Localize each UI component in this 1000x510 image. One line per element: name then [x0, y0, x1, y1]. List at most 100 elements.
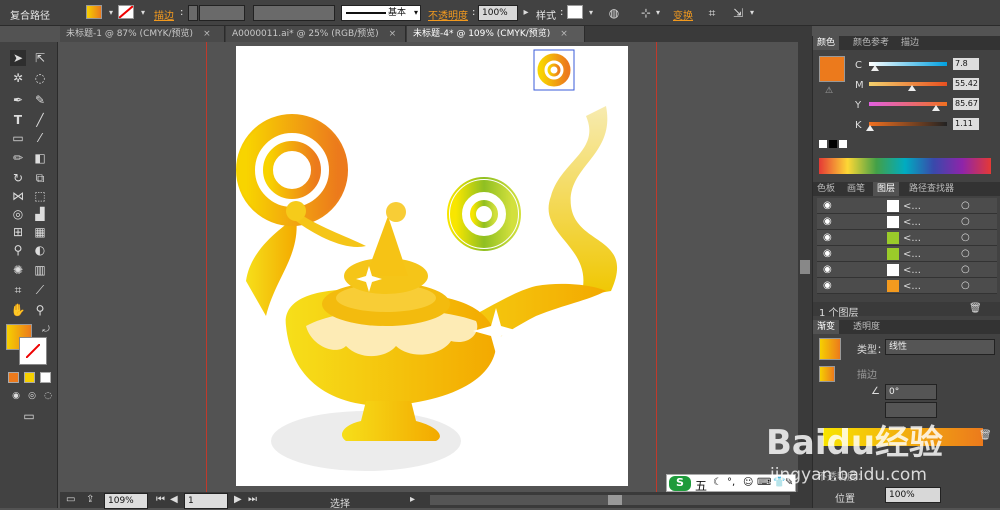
- first-page-icon[interactable]: ⏮: [156, 494, 165, 505]
- out-of-gamut-icon[interactable]: ⚠: [825, 86, 833, 96]
- tab-document-2[interactable]: A0000011.ai* @ 25% (RGB/预览) ×: [226, 26, 406, 42]
- type-tool-icon[interactable]: T: [10, 112, 26, 128]
- rectangle-tool-icon[interactable]: ▭: [10, 130, 26, 146]
- gradient-mode-button[interactable]: [24, 372, 35, 383]
- chevron-down-icon[interactable]: ▾: [103, 5, 119, 21]
- free-transform-tool-icon[interactable]: ⬚: [32, 188, 48, 204]
- stroke-color-box[interactable]: [19, 337, 47, 365]
- input-mode-label[interactable]: 五: [695, 477, 707, 494]
- chevron-right-icon[interactable]: ▸: [518, 5, 534, 21]
- target-icon[interactable]: ○: [961, 264, 970, 275]
- transform-label[interactable]: 变换: [673, 7, 693, 22]
- rotate-tool-icon[interactable]: ↻: [10, 170, 26, 186]
- gradient-type-select[interactable]: 线性: [885, 339, 995, 355]
- close-icon[interactable]: ×: [203, 29, 211, 39]
- draw-normal-icon[interactable]: ◉: [8, 388, 24, 404]
- color-mode-button[interactable]: [8, 372, 19, 383]
- punctuation-icon[interactable]: °,: [727, 477, 735, 488]
- target-icon[interactable]: ○: [961, 216, 970, 227]
- tab-document-3[interactable]: 未标题-4* @ 109% (CMYK/预览) ×: [407, 26, 585, 42]
- horizontal-scrollbar[interactable]: [430, 495, 790, 505]
- scrollbar-thumb[interactable]: [608, 495, 622, 505]
- eye-icon[interactable]: ◉: [823, 216, 832, 227]
- eye-icon[interactable]: ◉: [823, 232, 832, 243]
- tab-gradient[interactable]: 渐变: [813, 320, 840, 334]
- stroke-weight-stepper[interactable]: [188, 5, 198, 21]
- layer-row[interactable]: ◉ <... ○: [817, 246, 997, 262]
- tab-document-1[interactable]: 未标题-1 @ 87% (CMYK/预览) ×: [60, 26, 225, 42]
- color-spectrum[interactable]: [819, 158, 991, 174]
- tab-brushes[interactable]: 画笔: [843, 182, 869, 196]
- none-mode-button[interactable]: [40, 372, 51, 383]
- zoom-tool-icon[interactable]: ⚲: [32, 302, 48, 318]
- tab-color[interactable]: 颜色: [813, 36, 840, 50]
- perspective-grid-tool-icon[interactable]: ▟: [32, 206, 48, 222]
- artboard-tool-icon[interactable]: ⌗: [10, 282, 26, 298]
- selected-ring[interactable]: [537, 53, 571, 87]
- chevron-down-icon[interactable]: ▾: [135, 5, 151, 21]
- lamp-handle[interactable]: [246, 216, 297, 316]
- blend-tool-icon[interactable]: ◐: [32, 242, 48, 258]
- green-ring[interactable]: [450, 180, 518, 248]
- slider-knob-icon[interactable]: [931, 105, 940, 111]
- channel-k-slider[interactable]: [865, 122, 947, 131]
- zoom-select[interactable]: 109%: [104, 493, 148, 509]
- share-icon[interactable]: ⇪: [86, 494, 94, 505]
- opacity-input[interactable]: 100%: [478, 5, 518, 21]
- black-swatch[interactable]: [829, 140, 837, 148]
- swap-colors-icon[interactable]: ⤾: [38, 322, 54, 338]
- last-page-icon[interactable]: ⏭: [248, 494, 257, 505]
- selection-tool-icon[interactable]: ➤: [10, 50, 26, 66]
- artboard-nav-icon[interactable]: ▭: [66, 494, 75, 505]
- emoji-icon[interactable]: ☺: [743, 477, 753, 488]
- tab-stroke[interactable]: 描边: [897, 36, 923, 50]
- close-icon[interactable]: ×: [560, 29, 568, 39]
- hand-tool-icon[interactable]: ✋: [10, 302, 26, 318]
- trash-icon[interactable]: 🗑: [969, 303, 982, 314]
- fill-color-preview[interactable]: [819, 56, 845, 82]
- shape-builder-tool-icon[interactable]: ◎: [10, 206, 26, 222]
- white-swatch[interactable]: [839, 140, 847, 148]
- paintbrush-tool-icon[interactable]: ⁄: [32, 130, 48, 146]
- channel-k-value[interactable]: 1.11: [953, 118, 979, 130]
- gradient-tool-icon[interactable]: ▦: [32, 224, 48, 240]
- layer-row[interactable]: ◉ <... ○: [817, 214, 997, 230]
- slider-knob-icon[interactable]: [865, 125, 874, 131]
- scale-tool-icon[interactable]: ⧉: [32, 170, 48, 186]
- sogou-logo-icon[interactable]: S: [669, 476, 691, 491]
- moon-icon[interactable]: ☾: [713, 477, 722, 488]
- eye-icon[interactable]: ◉: [823, 280, 832, 291]
- target-icon[interactable]: ○: [961, 200, 970, 211]
- style-swatch[interactable]: [567, 5, 583, 19]
- opacity-label[interactable]: 不透明度: [428, 7, 468, 22]
- chevron-down-icon[interactable]: ▾: [583, 5, 599, 21]
- chevron-down-icon[interactable]: ▾: [744, 5, 760, 21]
- curvature-tool-icon[interactable]: ✎: [32, 92, 48, 108]
- channel-c-value[interactable]: 7.8: [953, 58, 979, 70]
- chevron-down-icon[interactable]: ▾: [650, 5, 666, 21]
- lasso-tool-icon[interactable]: ◌: [32, 70, 48, 86]
- page-select[interactable]: 1: [184, 493, 228, 509]
- next-page-icon[interactable]: ▶: [234, 494, 242, 505]
- target-icon[interactable]: ○: [961, 280, 970, 291]
- layer-row[interactable]: ◉ <... ○: [817, 262, 997, 278]
- layer-row[interactable]: ◉ <... ○: [817, 278, 997, 294]
- eyedropper-tool-icon[interactable]: ⚲: [10, 242, 26, 258]
- pencil-tool-icon[interactable]: ✏: [10, 150, 26, 166]
- slice-tool-icon[interactable]: ⟋: [32, 282, 48, 298]
- tab-pathfinder[interactable]: 路径查找器: [905, 182, 958, 196]
- channel-y-slider[interactable]: [869, 102, 947, 111]
- stroke-label[interactable]: 描边: [154, 7, 174, 22]
- smoke-shape[interactable]: [548, 106, 618, 296]
- channel-m-slider[interactable]: [869, 82, 947, 91]
- width-tool-icon[interactable]: ⋈: [10, 188, 26, 204]
- magic-lamp-artwork[interactable]: [236, 46, 628, 486]
- chevron-right-icon[interactable]: ▸: [410, 494, 415, 505]
- eraser-tool-icon[interactable]: ◧: [32, 150, 48, 166]
- none-swatch[interactable]: [819, 140, 827, 148]
- gradient-preview[interactable]: [819, 338, 841, 360]
- tab-color-guide[interactable]: 颜色参考: [849, 36, 893, 50]
- direct-selection-tool-icon[interactable]: ⇱: [32, 50, 48, 66]
- fill-gradient-box[interactable]: [819, 366, 835, 382]
- isolate-icon[interactable]: ⌗: [704, 5, 720, 21]
